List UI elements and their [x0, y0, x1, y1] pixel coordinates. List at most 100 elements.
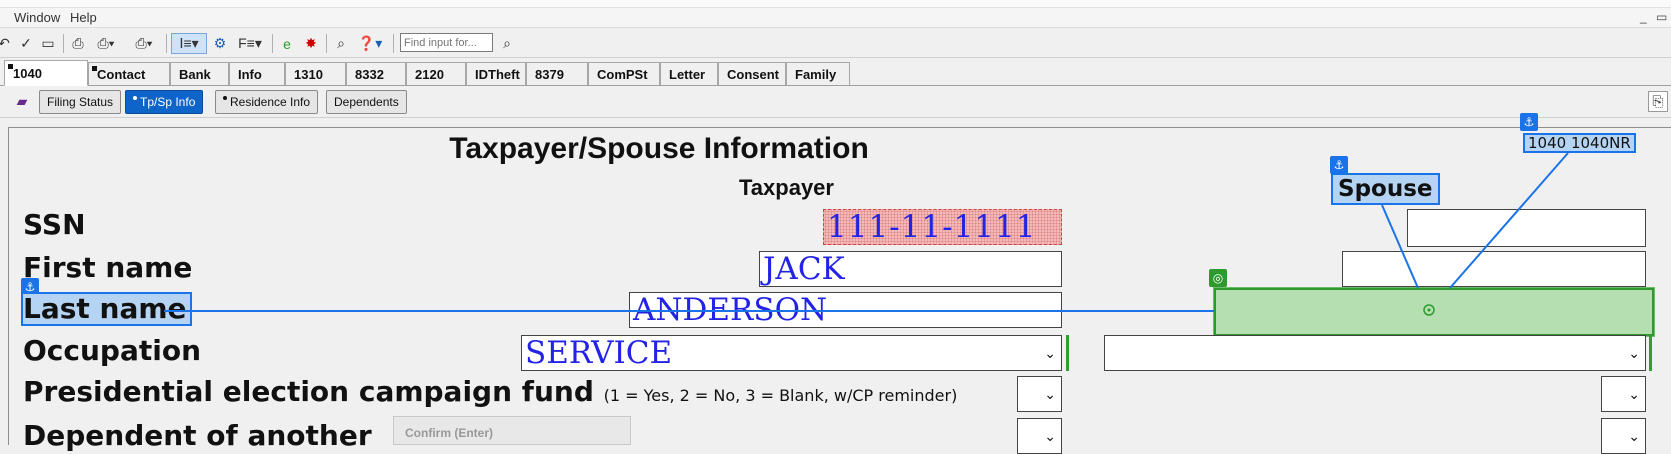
- tab-consent[interactable]: Consent: [718, 62, 786, 85]
- tab-label: Contact: [97, 66, 146, 82]
- tab-label: 2120: [415, 66, 444, 82]
- spouse-presidential-select[interactable]: ⌄: [1601, 376, 1646, 412]
- toolbar-separator: [393, 34, 394, 53]
- presidential-fund-label: Presidential election campaign fund (1 =…: [23, 375, 957, 408]
- taxpayer-presidential-select[interactable]: ⌄: [1017, 376, 1062, 412]
- chevron-down-icon: ⌄: [1044, 429, 1056, 445]
- presidential-fund-note: (1 = Yes, 2 = No, 3 = Blank, w/CP remind…: [603, 386, 958, 405]
- tab-idtheft[interactable]: IDTheft: [466, 62, 526, 85]
- spouse-first-name-field[interactable]: [1342, 251, 1646, 287]
- tab-label: ComPSt: [597, 66, 648, 82]
- help-icon[interactable]: ❓▾: [354, 33, 386, 54]
- chevron-down-icon: ⌄: [1628, 429, 1640, 445]
- tab-label: Bank: [179, 66, 211, 82]
- chevron-down-icon: ⌄: [1628, 346, 1640, 362]
- toolbar: ↶ ✓ ▭ ⎙ ⎙▾ ⎙▾ Ⅰ≡▾ ⚙ F≡▾ e ✸ ⌕ ❓▾ ⌕: [0, 29, 1671, 58]
- tab-1310[interactable]: 1310: [285, 62, 346, 85]
- subtab-marker: [223, 96, 227, 100]
- presidential-fund-text: Presidential election campaign fund: [23, 375, 594, 408]
- menu-window[interactable]: Window: [14, 10, 60, 25]
- taxpayer-dependent-select[interactable]: ⌄: [1017, 418, 1062, 454]
- tab-contact[interactable]: Contact: [88, 62, 170, 85]
- check-icon[interactable]: ✓: [18, 33, 34, 54]
- diagnostics-icon[interactable]: ✸: [301, 33, 321, 54]
- form-type-tag[interactable]: 1040 1040NR: [1523, 133, 1636, 153]
- restore-icon[interactable]: ▭: [1656, 10, 1667, 24]
- tab-label: Consent: [727, 66, 779, 82]
- undo-icon[interactable]: ↶: [0, 33, 10, 54]
- first-name-label: First name: [23, 251, 193, 284]
- menu-bar: Window Help _ ▭: [0, 8, 1671, 28]
- tab-marker: [92, 66, 97, 71]
- spouse-last-name-field[interactable]: [1213, 287, 1655, 337]
- taxpayer-ssn-field[interactable]: 111-11-1111: [823, 209, 1062, 245]
- taxpayer-last-name-field[interactable]: ANDERSON: [629, 292, 1062, 328]
- tab-label: 1310: [294, 66, 323, 82]
- anchor-icon[interactable]: ⚓: [1330, 156, 1348, 174]
- page-title: Taxpayer/Spouse Information: [449, 132, 869, 165]
- book-icon[interactable]: ▰: [11, 91, 33, 112]
- link-icon[interactable]: ⚙: [210, 33, 230, 54]
- print-options-icon[interactable]: ⎙▾: [92, 33, 120, 54]
- subtab-label: Tp/Sp Info: [140, 95, 196, 109]
- tab-info[interactable]: Info: [229, 62, 285, 85]
- toolbar-separator: [166, 34, 167, 53]
- spouse-occupation-select[interactable]: ⌄: [1104, 335, 1646, 371]
- find-go-icon[interactable]: ⌕: [497, 33, 517, 54]
- spouse-ssn-field[interactable]: [1407, 209, 1646, 247]
- toolbar-separator: [272, 34, 273, 53]
- e-file-icon[interactable]: e: [277, 33, 297, 54]
- title-strip: [0, 0, 1671, 8]
- document-icon[interactable]: ⎘: [1648, 91, 1668, 112]
- find-input[interactable]: [400, 33, 493, 52]
- tab-8332[interactable]: 8332: [346, 62, 406, 85]
- format-icon[interactable]: F≡▾: [234, 33, 266, 54]
- chevron-down-icon: ⌄: [1044, 346, 1056, 362]
- subtab-residence-info[interactable]: Residence Info: [215, 90, 319, 114]
- taxpayer-header: Taxpayer: [739, 175, 834, 200]
- tab-1040[interactable]: 1040: [4, 60, 88, 86]
- print-preview-icon[interactable]: ⎙▾: [128, 33, 160, 54]
- taxpayer-occupation-select[interactable]: SERVICE ⌄: [521, 335, 1062, 371]
- tab-2120[interactable]: 2120: [406, 62, 466, 85]
- menu-help[interactable]: Help: [70, 10, 97, 25]
- tab-label: Info: [238, 66, 262, 82]
- subtab-marker: [133, 96, 137, 100]
- tab-letter[interactable]: Letter: [660, 62, 718, 85]
- anchor-icon[interactable]: ⚓: [1520, 113, 1538, 131]
- subtab-label: Residence Info: [230, 95, 311, 109]
- input-mode-icon[interactable]: Ⅰ≡▾: [171, 33, 207, 54]
- form-tab-bar: 1040 Contact Bank Info 1310 8332 2120 ID…: [0, 60, 1671, 86]
- tab-family[interactable]: Family: [786, 62, 850, 85]
- required-marker: [1649, 335, 1652, 371]
- last-name-label[interactable]: Last name: [21, 292, 192, 326]
- tab-compst[interactable]: ComPSt: [588, 62, 660, 85]
- sub-tab-bar: ▰ Filing Status Tp/Sp Info Residence Inf…: [0, 87, 1671, 118]
- tab-label: Letter: [669, 66, 706, 82]
- spouse-dependent-select[interactable]: ⌄: [1601, 418, 1646, 454]
- tab-bank[interactable]: Bank: [170, 62, 229, 85]
- toolbar-separator: [63, 34, 64, 53]
- print-icon[interactable]: ⎙: [68, 33, 88, 54]
- card-icon[interactable]: ▭: [38, 33, 58, 54]
- research-icon[interactable]: ⌕: [331, 33, 351, 54]
- subtab-tp-sp-info[interactable]: Tp/Sp Info: [125, 90, 204, 114]
- required-marker: [1066, 335, 1069, 371]
- subtab-dependents[interactable]: Dependents: [326, 90, 407, 114]
- spouse-header[interactable]: Spouse: [1331, 173, 1440, 205]
- occupation-label: Occupation: [23, 334, 202, 367]
- taxpayer-first-name-field[interactable]: JACK: [759, 251, 1062, 287]
- dependent-label: Dependent of another: [23, 419, 372, 452]
- minimize-icon[interactable]: _: [1640, 10, 1647, 24]
- tab-label: 8332: [355, 66, 384, 82]
- confirm-button[interactable]: Confirm (Enter): [393, 416, 631, 445]
- taxpayer-occupation-value: SERVICE: [525, 335, 673, 371]
- tab-8379[interactable]: 8379: [526, 62, 588, 85]
- tab-label: 1040: [13, 65, 42, 81]
- tab-marker: [8, 64, 13, 69]
- chevron-down-icon: ⌄: [1628, 387, 1640, 403]
- target-anchor-icon[interactable]: ◎: [1209, 269, 1227, 287]
- subtab-filing-status[interactable]: Filing Status: [39, 90, 122, 114]
- tab-label: Family: [795, 66, 837, 82]
- tab-label: 8379: [535, 66, 564, 82]
